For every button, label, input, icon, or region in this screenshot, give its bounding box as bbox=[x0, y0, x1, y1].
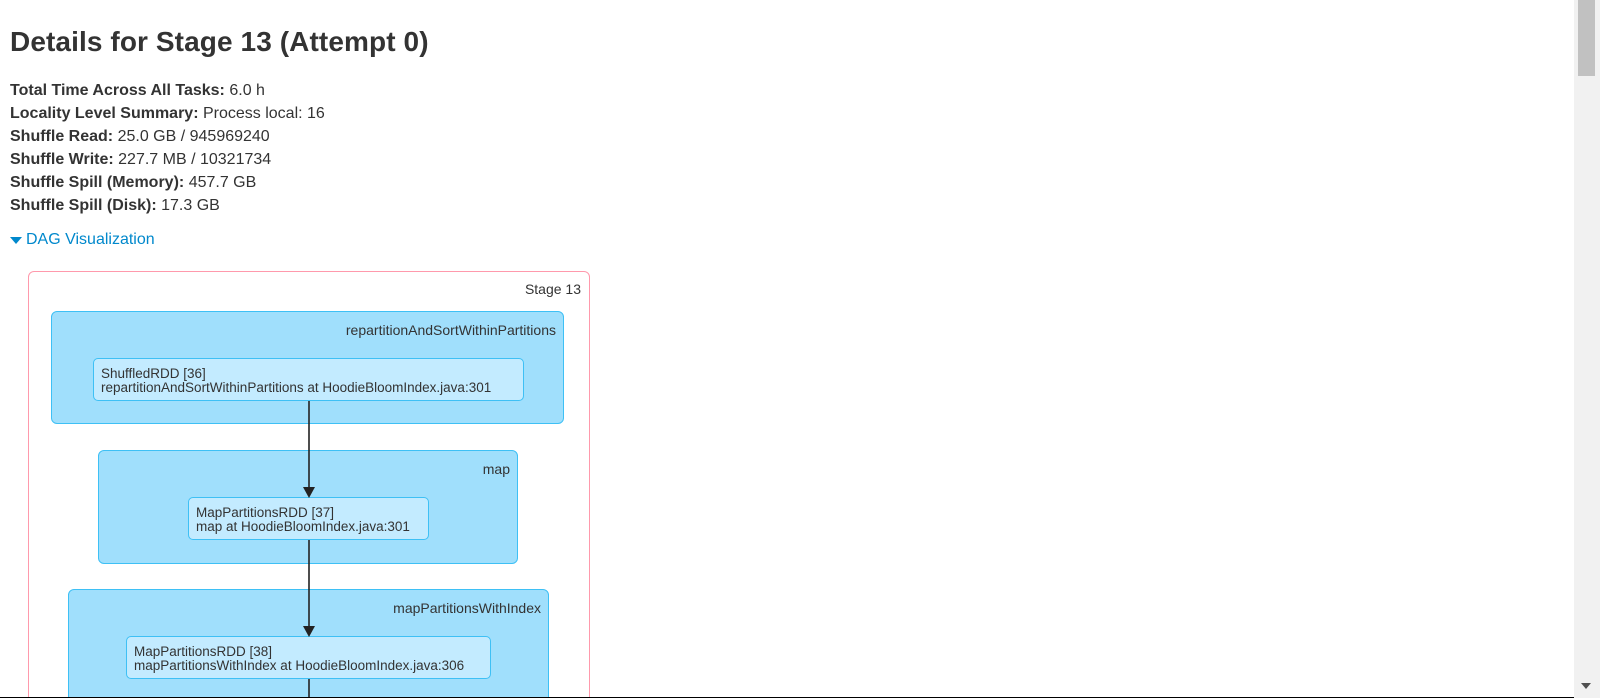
scroll-down-arrow-icon[interactable] bbox=[1581, 683, 1591, 689]
edge-arrowhead bbox=[303, 626, 315, 637]
scrollbar-thumb[interactable] bbox=[1578, 0, 1595, 76]
stage-details-page: Details for Stage 13 (Attempt 0) Total T… bbox=[0, 0, 1574, 698]
edge-arrowhead bbox=[303, 487, 315, 498]
dag-edges bbox=[303, 401, 315, 698]
vertical-scrollbar[interactable] bbox=[1574, 0, 1600, 698]
